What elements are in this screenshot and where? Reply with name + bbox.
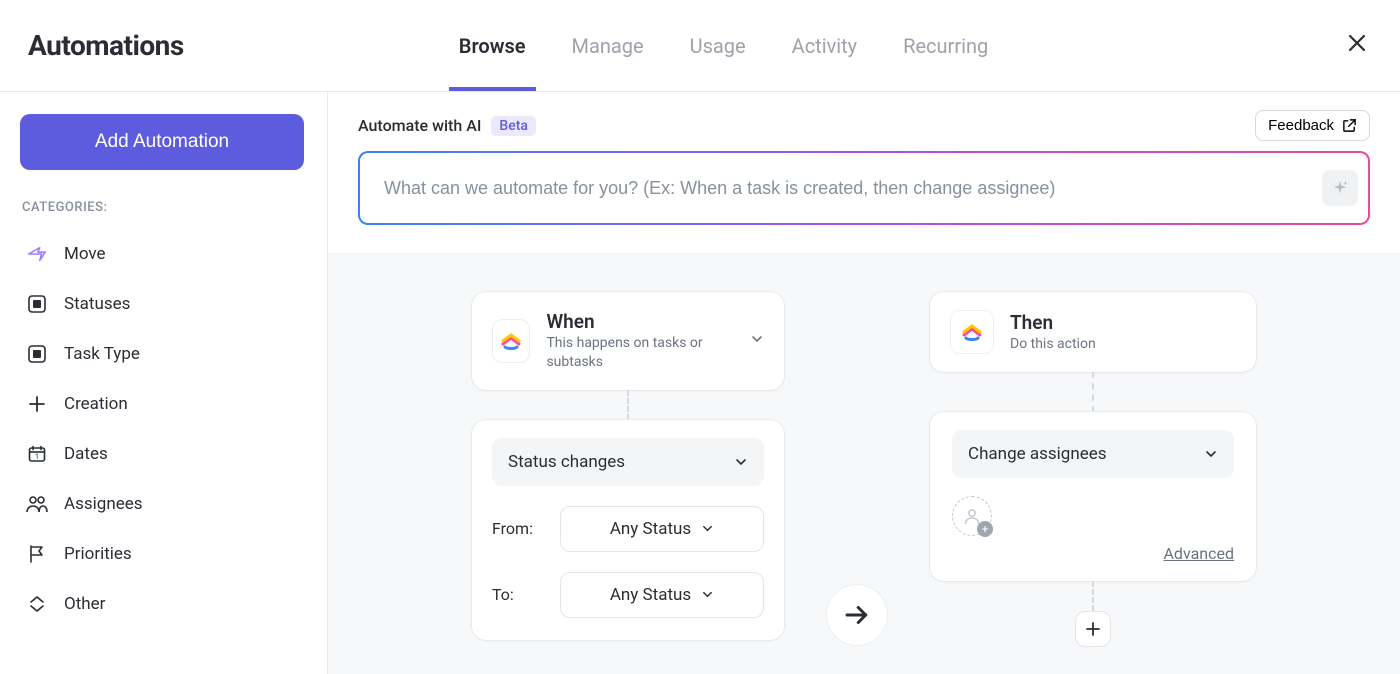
sidebar-item-move[interactable]: Move xyxy=(20,229,307,279)
canvas: When This happens on tasks or subtasks S… xyxy=(328,254,1400,674)
feedback-button[interactable]: Feedback xyxy=(1255,110,1370,141)
sidebar-item-label: Dates xyxy=(64,444,108,464)
to-value: Any Status xyxy=(610,585,691,605)
priorities-icon xyxy=(26,543,48,565)
chevron-down-icon xyxy=(750,331,764,350)
plus-icon: + xyxy=(977,521,993,537)
tab-manage[interactable]: Manage xyxy=(572,0,644,91)
from-label: From: xyxy=(492,519,542,538)
advanced-link[interactable]: Advanced xyxy=(952,544,1234,563)
from-status-select[interactable]: Any Status xyxy=(560,506,764,552)
then-subtitle: Do this action xyxy=(1010,335,1096,354)
action-select-label: Change assignees xyxy=(968,444,1107,464)
sparkle-icon xyxy=(1331,179,1349,197)
ai-bar: Automate with AI Beta Feedback xyxy=(328,92,1400,254)
ai-prompt-input[interactable] xyxy=(382,177,1322,200)
sidebar-item-task-type[interactable]: Task Type xyxy=(20,329,307,379)
connector xyxy=(1092,372,1094,412)
tab-recurring[interactable]: Recurring xyxy=(903,0,988,91)
creation-icon xyxy=(26,393,48,415)
sidebar-item-label: Move xyxy=(64,244,106,264)
sidebar-item-other[interactable]: Other xyxy=(20,579,307,629)
to-label: To: xyxy=(492,585,542,604)
header: Automations Browse Manage Usage Activity… xyxy=(0,0,1400,92)
tabs: Browse Manage Usage Activity Recurring xyxy=(459,0,988,91)
dates-icon: 1 xyxy=(26,443,48,465)
chevron-down-icon xyxy=(701,588,714,601)
when-title: When xyxy=(546,310,734,333)
categories-label: CATEGORIES: xyxy=(22,200,307,215)
main: Automate with AI Beta Feedback xyxy=(328,92,1400,674)
tab-activity[interactable]: Activity xyxy=(792,0,857,91)
add-automation-button[interactable]: Add Automation xyxy=(20,114,304,170)
chevron-down-icon xyxy=(701,522,714,535)
sidebar-item-creation[interactable]: Creation xyxy=(20,379,307,429)
to-status-select[interactable]: Any Status xyxy=(560,572,764,618)
when-header-card[interactable]: When This happens on tasks or subtasks xyxy=(472,292,784,390)
statuses-icon xyxy=(26,293,48,315)
page-title: Automations xyxy=(28,29,184,62)
clickup-logo-icon xyxy=(950,310,994,354)
then-header-card[interactable]: Then Do this action xyxy=(930,292,1256,372)
ai-label-text: Automate with AI xyxy=(358,116,481,135)
then-title: Then xyxy=(1010,311,1096,334)
external-link-icon xyxy=(1342,118,1357,133)
sidebar-item-label: Creation xyxy=(64,394,128,414)
ai-input-wrap xyxy=(358,151,1370,225)
chevron-down-icon xyxy=(1204,447,1218,461)
sidebar-item-label: Task Type xyxy=(64,344,140,364)
add-action-button[interactable] xyxy=(1075,611,1111,647)
plus-icon xyxy=(1085,621,1101,637)
ai-generate-button[interactable] xyxy=(1322,170,1358,206)
sidebar: Add Automation CATEGORIES: Move Statuses… xyxy=(0,92,328,674)
feedback-label: Feedback xyxy=(1268,117,1334,134)
assignees-icon xyxy=(26,493,48,515)
ai-label: Automate with AI Beta xyxy=(358,116,536,136)
when-column: When This happens on tasks or subtasks S… xyxy=(472,292,784,640)
sidebar-item-label: Priorities xyxy=(64,544,132,564)
close-icon xyxy=(1348,34,1366,52)
sidebar-item-label: Assignees xyxy=(64,494,143,514)
when-config-card: Status changes From: Any Status To: xyxy=(472,420,784,640)
flow-arrow xyxy=(826,584,888,646)
other-icon xyxy=(26,593,48,615)
tab-usage[interactable]: Usage xyxy=(690,0,746,91)
svg-text:1: 1 xyxy=(35,453,39,461)
sidebar-item-statuses[interactable]: Statuses xyxy=(20,279,307,329)
from-value: Any Status xyxy=(610,519,691,539)
add-assignee-button[interactable]: + xyxy=(952,496,992,536)
then-column: Then Do this action Change assignees + xyxy=(930,292,1256,647)
tab-browse[interactable]: Browse xyxy=(459,0,526,91)
chevron-down-icon xyxy=(734,455,748,469)
when-subtitle: This happens on tasks or subtasks xyxy=(546,334,734,372)
beta-badge: Beta xyxy=(491,116,536,136)
sidebar-item-priorities[interactable]: Priorities xyxy=(20,529,307,579)
connector xyxy=(627,390,629,420)
sidebar-item-dates[interactable]: 1 Dates xyxy=(20,429,307,479)
task-type-icon xyxy=(26,343,48,365)
move-icon xyxy=(26,243,48,265)
action-select[interactable]: Change assignees xyxy=(952,430,1234,478)
trigger-select[interactable]: Status changes xyxy=(492,438,764,486)
clickup-logo-icon xyxy=(492,319,530,363)
arrow-right-icon xyxy=(842,600,872,630)
sidebar-item-label: Statuses xyxy=(64,294,130,314)
sidebar-item-label: Other xyxy=(64,594,105,614)
connector xyxy=(1092,581,1094,611)
close-button[interactable] xyxy=(1342,27,1372,64)
trigger-select-label: Status changes xyxy=(508,452,625,472)
then-config-card: Change assignees + Advanced xyxy=(930,412,1256,581)
sidebar-item-assignees[interactable]: Assignees xyxy=(20,479,307,529)
